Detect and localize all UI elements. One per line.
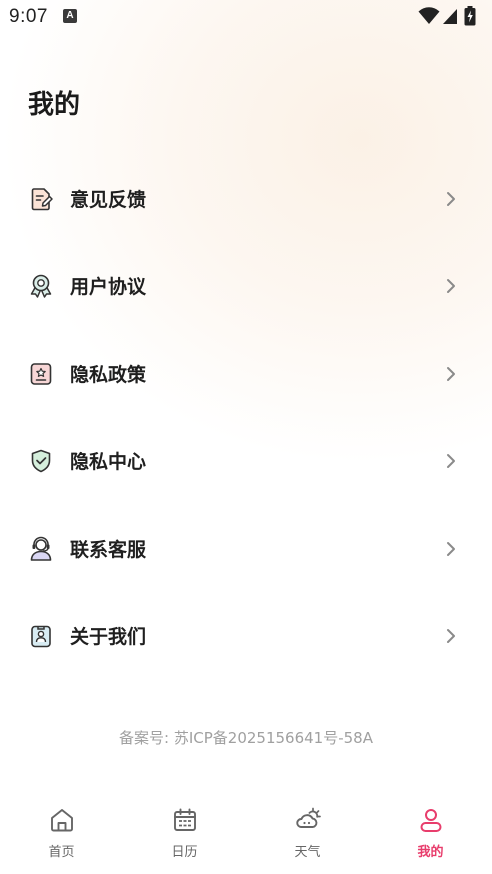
chevron-right-icon xyxy=(447,366,455,381)
chevron-right-icon xyxy=(447,541,455,556)
home-icon xyxy=(50,809,73,832)
wifi-icon xyxy=(418,7,440,24)
profile-icon xyxy=(420,809,441,832)
headset-user-icon xyxy=(30,536,52,561)
chevron-right-icon xyxy=(447,279,455,294)
feedback-document-icon xyxy=(31,188,53,211)
menu-item-privacy-policy[interactable]: 隐私政策 xyxy=(0,330,492,417)
icp-record-text: 备案号: 苏ICP备2025156641号-58A xyxy=(119,729,373,747)
weather-icon xyxy=(295,807,321,828)
tab-home[interactable]: 首页 xyxy=(0,792,123,874)
tab-label: 我的 xyxy=(417,845,444,860)
id-badge-icon xyxy=(31,625,51,648)
page-title: 我的 xyxy=(28,90,81,120)
bottom-tab-bar: 首页 日历 天气 我的 xyxy=(0,792,492,874)
menu-item-label: 隐私中心 xyxy=(70,451,147,474)
award-ribbon-icon xyxy=(30,275,52,299)
menu-item-customer-service[interactable]: 联系客服 xyxy=(0,505,492,592)
chevron-right-icon xyxy=(447,454,455,469)
calendar-icon xyxy=(173,808,196,831)
menu-list: 意见反馈 用户协议 隐私政策 隐私中心 联系客服 关于我们 xyxy=(0,155,492,679)
menu-item-about-us[interactable]: 关于我们 xyxy=(0,592,492,679)
menu-item-user-agreement[interactable]: 用户协议 xyxy=(0,242,492,329)
battery-charging-icon xyxy=(464,6,476,26)
tab-calendar[interactable]: 日历 xyxy=(123,792,246,874)
tab-weather[interactable]: 天气 xyxy=(246,792,369,874)
cellular-signal-icon xyxy=(443,9,457,24)
chevron-right-icon xyxy=(447,628,455,643)
menu-item-privacy-center[interactable]: 隐私中心 xyxy=(0,417,492,504)
tab-label: 首页 xyxy=(48,845,75,860)
menu-item-label: 关于我们 xyxy=(70,625,147,648)
tab-profile[interactable]: 我的 xyxy=(369,792,492,874)
menu-item-label: 联系客服 xyxy=(70,538,147,561)
shield-check-icon xyxy=(31,449,51,473)
menu-item-label: 隐私政策 xyxy=(70,363,147,386)
menu-item-label: 意见反馈 xyxy=(70,189,147,211)
status-bar: 9:07 A xyxy=(0,0,492,34)
menu-item-feedback[interactable]: 意见反馈 xyxy=(0,155,492,242)
chevron-right-icon xyxy=(447,192,455,206)
status-time: 9:07 xyxy=(9,6,48,27)
tab-label: 天气 xyxy=(294,845,321,860)
notification-a-icon: A xyxy=(63,9,77,23)
policy-badge-icon xyxy=(30,362,52,385)
menu-item-label: 用户协议 xyxy=(70,276,147,299)
tab-label: 日历 xyxy=(171,845,198,860)
